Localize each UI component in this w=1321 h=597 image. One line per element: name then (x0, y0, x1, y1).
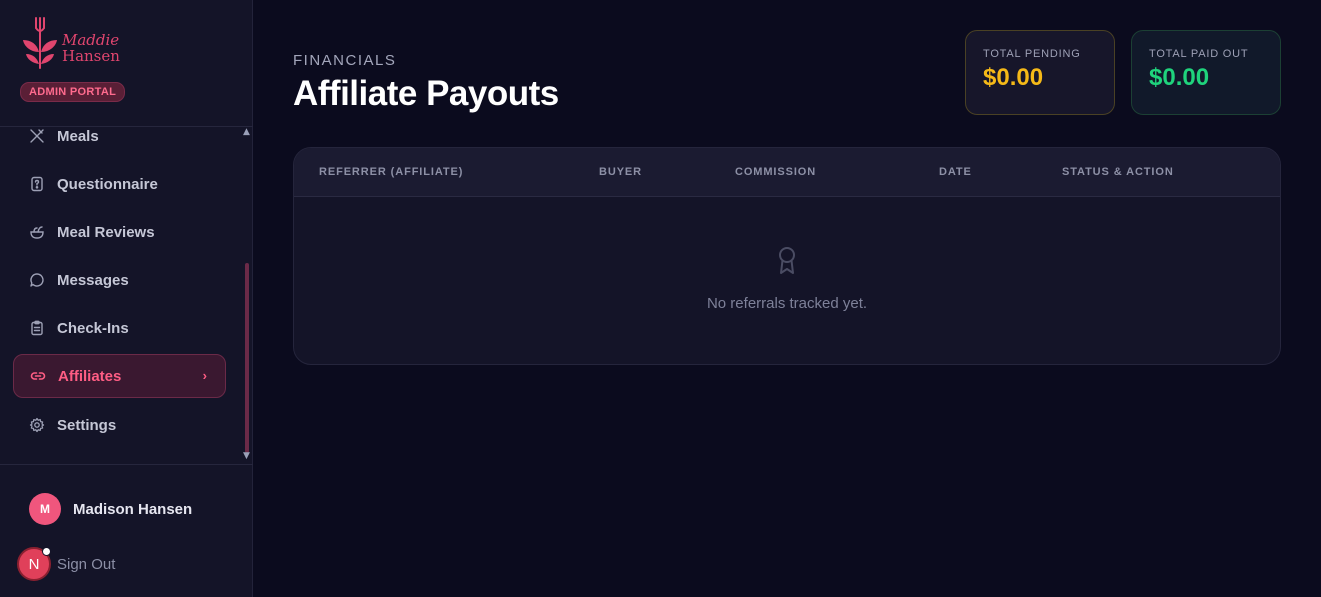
column-header-date: DATE (939, 166, 972, 178)
column-header-commission: COMMISSION (735, 166, 817, 178)
salad-bowl-icon (29, 224, 45, 240)
scroll-down-arrow-icon[interactable]: ▼ (243, 451, 250, 461)
brand-name-line1: Maddie (62, 31, 120, 49)
sign-out-button[interactable]: Sign Out (57, 556, 115, 573)
utensils-icon (29, 128, 45, 144)
table-header: REFERRER (AFFILIATE) BUYER COMMISSION DA… (294, 148, 1280, 197)
total-pending-card: TOTAL PENDING $0.00 (965, 30, 1115, 115)
sidebar-scrollbar[interactable]: ▲ ▼ (243, 127, 251, 464)
sidebar-nav: Meals Questionnaire Meal Reviews Message… (0, 127, 253, 464)
sidebar-divider (0, 464, 253, 465)
sidebar-item-label: Questionnaire (57, 175, 158, 193)
sidebar-item-label: Check-Ins (57, 319, 129, 337)
sign-out-row[interactable]: N Sign Out (17, 547, 115, 581)
notification-dot-icon (42, 547, 51, 556)
question-file-icon (29, 176, 45, 192)
total-paid-out-card: TOTAL PAID OUT $0.00 (1131, 30, 1281, 115)
sidebar-item-label: Meal Reviews (57, 223, 155, 241)
sidebar-item-label: Messages (57, 271, 129, 289)
scrollbar-thumb[interactable] (245, 263, 249, 453)
admin-portal-badge: ADMIN PORTAL (20, 82, 126, 102)
scroll-up-arrow-icon[interactable]: ▲ (243, 127, 250, 137)
total-paid-out-value: $0.00 (1149, 64, 1210, 91)
sidebar-item-label: Meals (57, 127, 99, 145)
page-title: Affiliate Payouts (293, 74, 559, 113)
payouts-table: REFERRER (AFFILIATE) BUYER COMMISSION DA… (293, 147, 1281, 365)
column-header-buyer: BUYER (599, 166, 643, 178)
user-name: Madison Hansen (73, 500, 193, 518)
section-eyebrow: FINANCIALS (293, 52, 397, 69)
column-header-status-action: STATUS & ACTION (1062, 166, 1174, 178)
avatar: M (29, 493, 61, 525)
chat-bubble-icon (29, 272, 45, 288)
column-header-referrer: REFERRER (AFFILIATE) (319, 166, 464, 178)
user-profile[interactable]: M Madison Hansen (29, 493, 192, 525)
sidebar-item-messages[interactable]: Messages (13, 258, 226, 302)
sidebar-item-label: Settings (57, 416, 117, 434)
notification-avatar-letter: N (28, 555, 40, 573)
sidebar-item-settings[interactable]: Settings (13, 403, 226, 447)
chevron-right-icon: › (202, 368, 207, 383)
sidebar-item-affiliates[interactable]: Affiliates › (13, 354, 226, 398)
sidebar-item-meals[interactable]: Meals (13, 127, 226, 158)
brand: Maddie Hansen ADMIN PORTAL (20, 14, 230, 114)
total-pending-value: $0.00 (983, 64, 1044, 91)
sidebar-item-label: Affiliates (58, 367, 122, 385)
total-pending-label: TOTAL PENDING (983, 48, 1081, 60)
sidebar-item-questionnaire[interactable]: Questionnaire (13, 162, 226, 206)
link-icon (30, 368, 46, 384)
sidebar: Maddie Hansen ADMIN PORTAL Meals Questio… (0, 0, 253, 597)
brand-name-line2: Hansen (62, 47, 120, 65)
brand-name: Maddie Hansen (62, 32, 120, 64)
sidebar-item-meal-reviews[interactable]: Meal Reviews (13, 210, 226, 254)
notification-avatar[interactable]: N (17, 547, 51, 581)
sidebar-item-check-ins[interactable]: Check-Ins (13, 306, 226, 350)
clipboard-icon (29, 320, 45, 336)
award-ribbon-icon (779, 247, 795, 274)
total-paid-out-label: TOTAL PAID OUT (1149, 48, 1249, 60)
fork-leaf-logo-icon (23, 17, 57, 69)
gear-icon (29, 417, 45, 433)
empty-state-text: No referrals tracked yet. (706, 295, 868, 312)
